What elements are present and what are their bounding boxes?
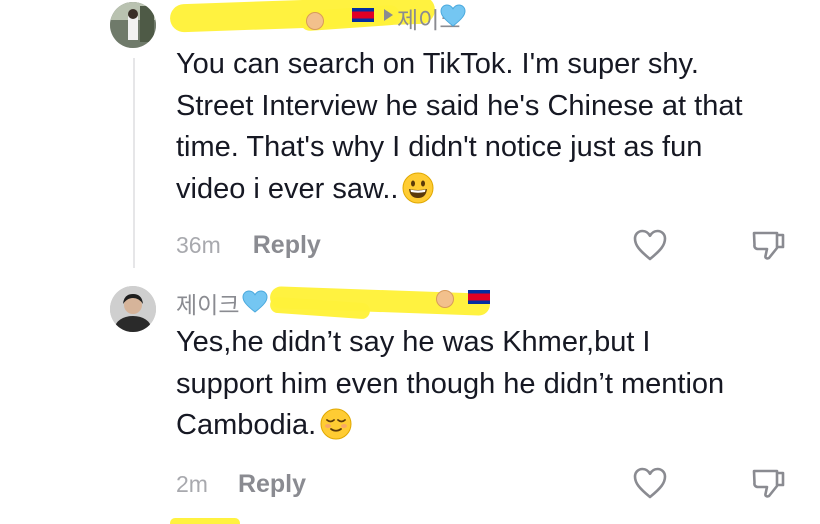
heart-outline-icon	[633, 229, 667, 261]
dislike-button[interactable]	[750, 228, 788, 267]
avatar[interactable]	[110, 2, 156, 48]
thumbs-down-outline-icon	[752, 231, 785, 260]
hand-emoji-icon	[306, 12, 324, 30]
comment-line: video i ever saw..	[176, 169, 743, 217]
comment-timestamp: 2m	[176, 470, 208, 497]
comment-meta: 36m Reply	[176, 228, 321, 262]
cambodia-flag-icon	[468, 290, 490, 304]
comment-line: Yes,he didn’t say he was Khmer,but I	[176, 326, 651, 358]
comment-line: support him even though he didn’t mentio…	[176, 367, 725, 400]
comment-line: Cambodia.	[176, 405, 724, 453]
comment-meta: 2m Reply	[176, 467, 306, 501]
comment-line: time. That's why I didn't notice just as…	[176, 131, 703, 163]
comment-line: You can search on TikTok. I'm super shy.	[176, 48, 699, 80]
like-button[interactable]	[632, 466, 668, 505]
thread-connector-line	[133, 58, 135, 268]
comment-body: Yes,he didn’t say he was Khmer,but I sup…	[176, 322, 724, 453]
relieved-face-icon	[320, 408, 352, 453]
reply-button[interactable]: Reply	[253, 231, 321, 260]
comment-line: Street Interview he said he's Chinese at…	[176, 89, 743, 122]
avatar[interactable]	[110, 286, 156, 332]
thumbs-down-outline-icon	[752, 469, 785, 498]
heart-outline-icon	[633, 467, 667, 499]
redaction-highlight	[170, 518, 240, 524]
comment-timestamp: 36m	[176, 231, 221, 258]
grinning-face-icon	[402, 172, 434, 217]
dislike-button[interactable]	[750, 466, 788, 505]
comment-line-text: video i ever saw..	[176, 172, 399, 205]
light-blue-heart-icon	[440, 4, 466, 33]
comment-body: You can search on TikTok. I'm super shy.…	[176, 44, 743, 216]
hand-emoji-icon	[436, 290, 454, 308]
comment-line-text: Cambodia.	[176, 409, 317, 441]
comment-username[interactable]: 제이크	[176, 286, 239, 320]
cambodia-flag-icon	[352, 8, 374, 22]
reply-button[interactable]: Reply	[238, 470, 306, 499]
light-blue-heart-icon	[242, 290, 268, 319]
reply-arrow-icon	[384, 9, 393, 21]
like-button[interactable]	[632, 228, 668, 267]
comment-thread: 제이크 You can search on TikTok. I'm super …	[0, 0, 820, 524]
